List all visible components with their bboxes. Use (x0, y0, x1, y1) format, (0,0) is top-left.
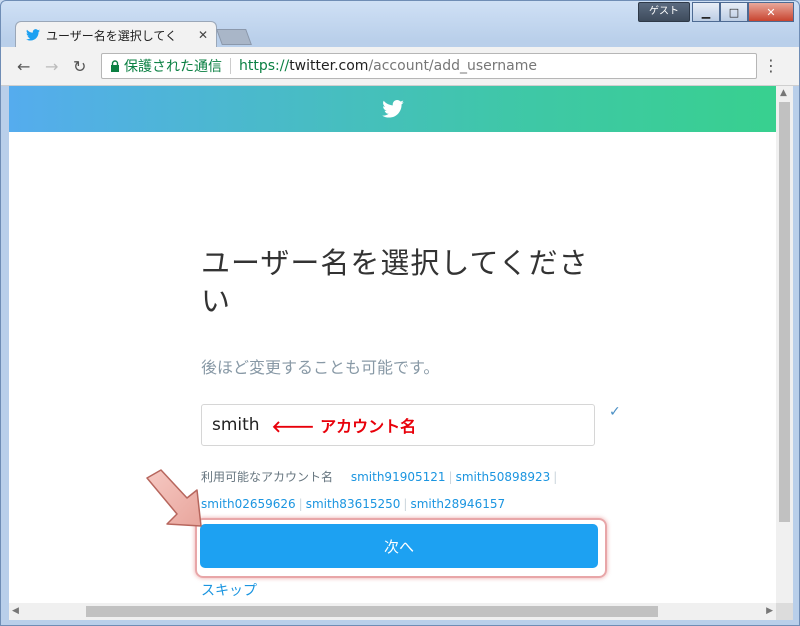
suggestion-link[interactable]: smith83615250 (306, 497, 401, 511)
divider: | (298, 497, 303, 511)
next-button[interactable]: 次へ (200, 524, 598, 568)
divider: | (403, 497, 408, 511)
page-title-line1: ユーザー名を選択してくださ (201, 246, 589, 280)
tab-title: ユーザー名を選択してく (46, 28, 178, 43)
vertical-scrollbar[interactable]: ▲ (776, 86, 793, 603)
username-input[interactable]: smith 🡐 アカウント名 (201, 404, 595, 446)
url-host: twitter.com (289, 58, 369, 74)
horizontal-scroll-thumb[interactable] (86, 606, 658, 617)
lock-icon (110, 60, 120, 72)
new-tab-button[interactable] (216, 29, 252, 45)
window-controls: ▁ □ ✕ (692, 2, 794, 22)
scroll-left-icon[interactable]: ◀ (12, 606, 19, 616)
browser-window: ゲスト ▁ □ ✕ ユーザー名を選択してく ✕ ← → ↻ 保護された通信 ht… (0, 0, 800, 626)
tab-close-icon[interactable]: ✕ (198, 28, 208, 42)
username-value: smith (212, 415, 260, 435)
minimize-button[interactable]: ▁ (692, 2, 720, 22)
menu-icon[interactable]: ⋮ (763, 56, 779, 75)
guest-profile-badge[interactable]: ゲスト (638, 2, 690, 22)
divider: | (448, 470, 453, 484)
forward-icon[interactable]: → (45, 57, 58, 76)
horizontal-scrollbar[interactable]: ◀ ▶ (9, 603, 776, 620)
page-viewport: ユーザー名を選択してくださ い 後ほど変更することも可能です。 smith 🡐 … (9, 86, 776, 603)
pointer-arrow-icon (139, 468, 213, 536)
suggestion-link[interactable]: smith91905121 (351, 470, 446, 484)
browser-tab[interactable]: ユーザー名を選択してく ✕ (15, 21, 217, 48)
reload-icon[interactable]: ↻ (73, 57, 86, 76)
url-scheme: https:// (239, 58, 290, 74)
twitter-bird-icon (26, 29, 40, 41)
address-divider (230, 58, 231, 74)
url-path: /account/add_username (368, 58, 537, 74)
username-form: ユーザー名を選択してくださ い 後ほど変更することも可能です。 smith 🡐 … (201, 244, 601, 518)
secure-label: 保護された通信 (124, 59, 222, 75)
page-title-line2: い (201, 284, 232, 318)
twitter-bird-icon (381, 100, 404, 118)
skip-link[interactable]: スキップ (201, 580, 257, 600)
divider: | (553, 470, 558, 484)
check-icon: ✓ (609, 404, 621, 420)
twitter-banner (9, 86, 776, 132)
vertical-scroll-thumb[interactable] (779, 102, 790, 522)
maximize-button[interactable]: □ (720, 2, 748, 22)
browser-toolbar: ← → ↻ 保護された通信 https:// twitter.com /acco… (1, 47, 799, 86)
suggestion-link[interactable]: smith28946157 (410, 497, 505, 511)
page-title: ユーザー名を選択してくださ い (201, 244, 601, 320)
scroll-up-icon[interactable]: ▲ (780, 88, 787, 98)
suggestions: 利用可能なアカウント名 smith91905121 | smith50898923 |… (201, 464, 591, 518)
page-subtext: 後ほど変更することも可能です。 (201, 358, 440, 377)
address-bar[interactable]: 保護された通信 https:// twitter.com /account/ad… (101, 53, 757, 79)
scroll-right-icon[interactable]: ▶ (766, 606, 773, 616)
close-window-button[interactable]: ✕ (748, 2, 794, 22)
suggestions-label: 利用可能なアカウント名 (201, 470, 334, 484)
suggestion-link[interactable]: smith02659626 (201, 497, 296, 511)
scrollbar-corner (776, 603, 793, 620)
annotation-label: アカウント名 (320, 417, 417, 436)
back-icon[interactable]: ← (17, 57, 30, 76)
suggestion-link[interactable]: smith50898923 (456, 470, 551, 484)
annotation: 🡐 アカウント名 (272, 413, 417, 437)
red-left-arrow-icon: 🡐 (271, 417, 315, 436)
